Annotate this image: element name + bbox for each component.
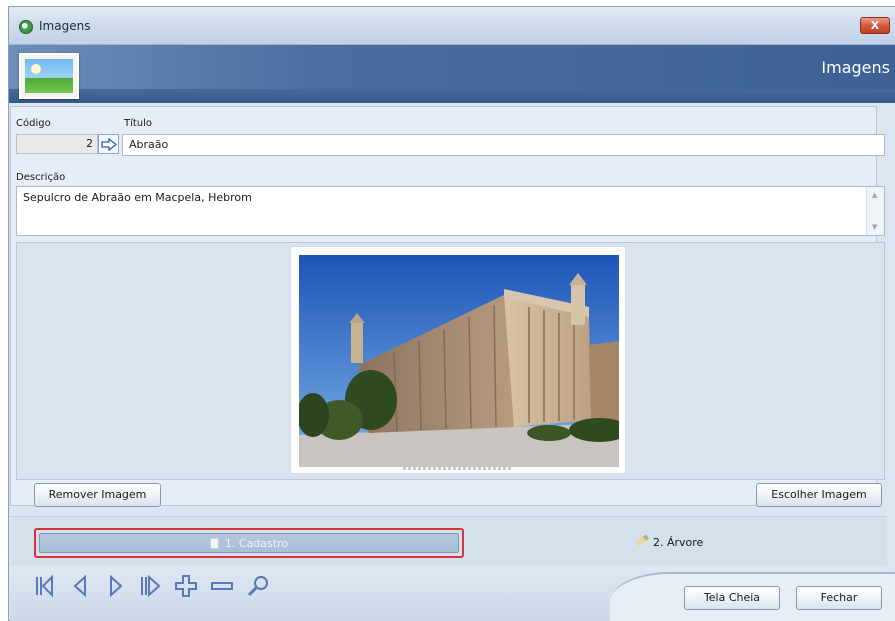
go-to-code-button[interactable] bbox=[98, 134, 119, 154]
escolher-imagem-button[interactable]: Escolher Imagem bbox=[756, 483, 882, 507]
tela-cheia-label: Tela Cheia bbox=[703, 591, 761, 604]
titulo-input[interactable]: Abraão bbox=[122, 134, 885, 156]
escolher-imagem-label: Escolher Imagem bbox=[771, 488, 867, 501]
first-record-icon[interactable] bbox=[32, 574, 56, 598]
description-scrollbar[interactable]: ▲ ▼ bbox=[866, 187, 884, 235]
descricao-text: Sepulcro de Abraão em Macpela, Hebrom bbox=[23, 191, 252, 204]
arrow-right-icon bbox=[101, 138, 117, 151]
image-icon bbox=[19, 53, 79, 99]
tab-cadastro-body: 1. Cadastro bbox=[39, 533, 459, 553]
window-title: Imagens bbox=[39, 19, 91, 33]
remover-imagem-label: Remover Imagem bbox=[48, 488, 147, 501]
title-bar: Imagens X bbox=[9, 7, 895, 45]
tab-arvore-label: 2. Árvore bbox=[653, 536, 704, 549]
pencil-icon bbox=[635, 534, 650, 547]
previous-record-icon[interactable] bbox=[68, 574, 92, 598]
delete-record-icon[interactable] bbox=[210, 574, 234, 598]
fechar-label: Fechar bbox=[820, 591, 858, 604]
descricao-textarea[interactable]: Sepulcro de Abraão em Macpela, Hebrom ▲ … bbox=[16, 186, 885, 236]
add-record-icon[interactable] bbox=[174, 574, 198, 598]
app-icon bbox=[19, 20, 33, 34]
photo-hebron bbox=[299, 255, 619, 467]
photo-caption bbox=[403, 467, 513, 470]
codigo-field: 2 bbox=[16, 134, 98, 154]
titulo-label: Título bbox=[124, 118, 153, 129]
remover-imagem-button[interactable]: Remover Imagem bbox=[34, 483, 161, 507]
tela-cheia-button[interactable]: Tela Cheia bbox=[684, 586, 780, 610]
search-icon[interactable] bbox=[246, 574, 270, 598]
codigo-label: Código bbox=[16, 118, 51, 129]
header-banner: Imagens bbox=[9, 45, 895, 103]
descricao-label: Descrição bbox=[16, 172, 66, 183]
last-record-icon[interactable] bbox=[138, 574, 162, 598]
banner-title: Imagens bbox=[821, 58, 890, 77]
scroll-up-icon[interactable]: ▲ bbox=[872, 191, 877, 199]
tab-arvore[interactable]: 2. Árvore bbox=[635, 534, 704, 549]
image-preview bbox=[290, 246, 626, 474]
next-record-icon[interactable] bbox=[104, 574, 128, 598]
scroll-down-icon[interactable]: ▼ bbox=[872, 223, 877, 231]
close-window-button[interactable]: X bbox=[860, 17, 890, 34]
document-icon bbox=[209, 538, 219, 549]
fechar-button[interactable]: Fechar bbox=[796, 586, 882, 610]
tab-cadastro-label: 1. Cadastro bbox=[224, 537, 289, 550]
tab-cadastro[interactable]: 1. Cadastro bbox=[34, 528, 464, 558]
